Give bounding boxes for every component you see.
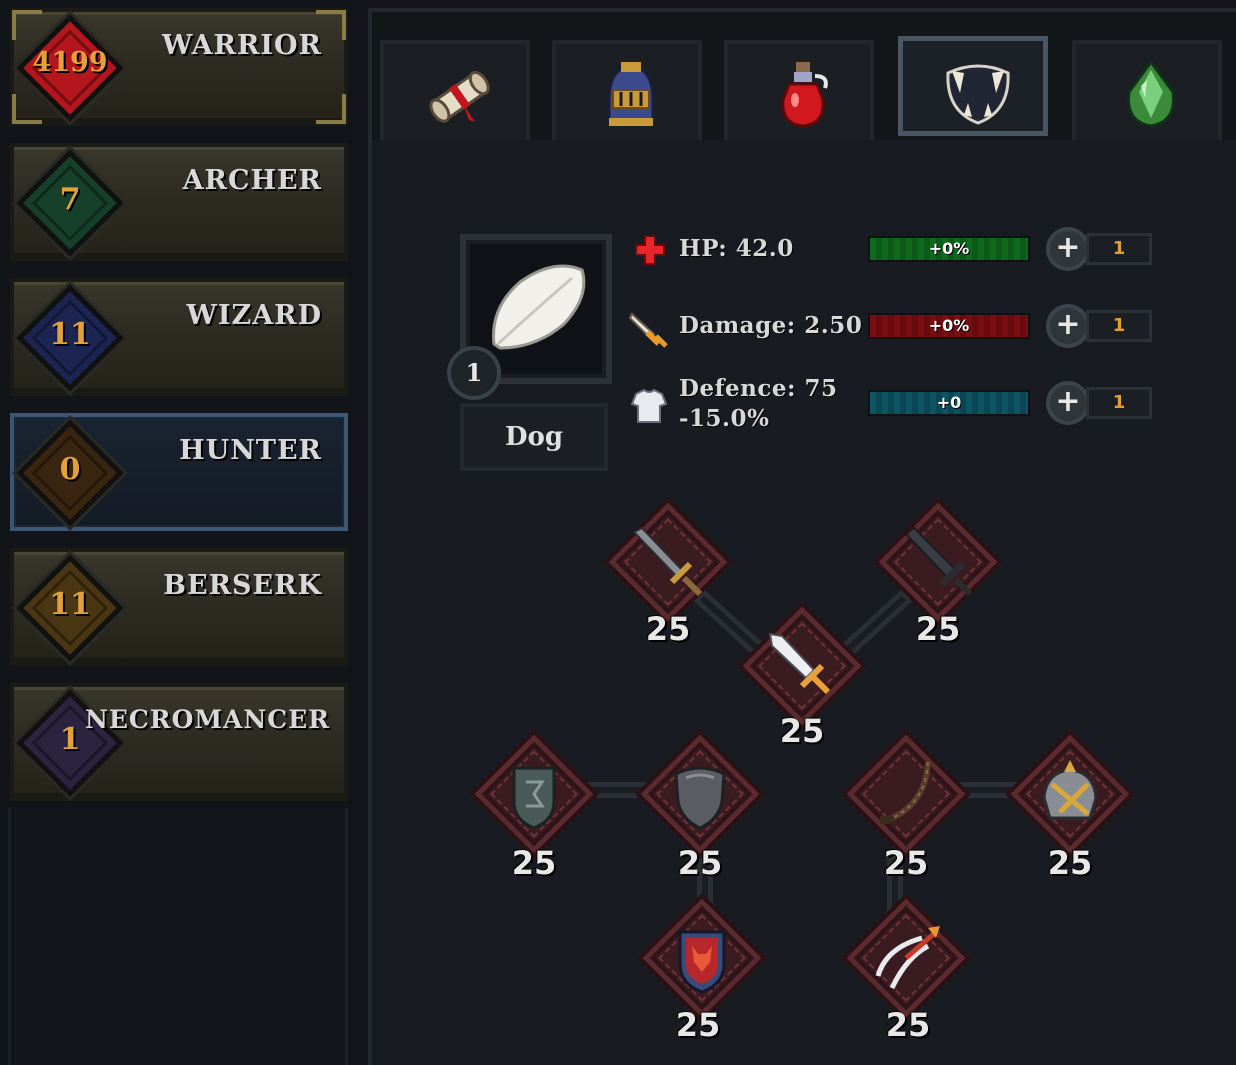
class-card-archer[interactable]: 7 ARCHER: [10, 143, 348, 261]
defence-reduction: -15.0%: [679, 405, 770, 432]
class-sidebar: 4199 WARRIOR 7 ARCHER 11 WIZARD 0 HUNTER…: [0, 0, 356, 1065]
defence-plus-button[interactable]: +: [1046, 381, 1090, 425]
damage-bonus-bar: +0%: [868, 313, 1030, 339]
selection-corner: [12, 94, 42, 124]
class-name: ARCHER: [182, 165, 322, 196]
broadsword-icon: [632, 526, 703, 597]
class-name: WIZARD: [186, 300, 322, 331]
class-name: BERSERK: [163, 570, 322, 601]
gold-helmet-icon: [1042, 760, 1098, 820]
defence-upgrade-cost: 1: [1086, 387, 1152, 419]
skill-level: 25: [883, 844, 929, 882]
main-panel: [368, 8, 1236, 1065]
skill-node-whip[interactable]: [846, 734, 966, 854]
fox-shield-icon: [678, 930, 726, 994]
damage-upgrade-cost: 1: [1086, 310, 1152, 342]
hp-upgrade-cost: 1: [1086, 233, 1152, 265]
sword-icon: [628, 312, 668, 348]
damage-upgrade: + 1: [1046, 304, 1152, 348]
tab-scroll[interactable]: [380, 40, 530, 140]
tab-fangs[interactable]: [898, 36, 1048, 136]
skill-level: 25: [511, 844, 557, 882]
defence-bonus-bar: +0: [868, 390, 1030, 416]
hp-plus-button[interactable]: +: [1046, 227, 1090, 271]
defence-label: Defence: 75: [679, 375, 838, 402]
selection-corner: [12, 10, 42, 40]
dagger-icon: [768, 632, 831, 695]
class-card-warrior[interactable]: 4199 WARRIOR: [10, 8, 348, 126]
skill-node-iron-shield[interactable]: [640, 734, 760, 854]
damage-plus-button[interactable]: +: [1046, 304, 1090, 348]
helmet-icon: [607, 62, 655, 126]
class-level: 11: [49, 317, 91, 352]
class-card-hunter[interactable]: 0 HUNTER: [10, 413, 348, 531]
iron-shield-icon: [674, 766, 726, 830]
feather-icon: [492, 264, 586, 350]
skill-node-fox-shield[interactable]: [642, 898, 762, 1018]
class-card-necromancer[interactable]: 1 NECROMANCER: [10, 683, 348, 801]
tab-helmet[interactable]: [552, 40, 702, 140]
selection-corner: [316, 94, 346, 124]
whip-icon: [880, 761, 931, 824]
skill-node-dark-sword[interactable]: [878, 502, 998, 622]
class-level: 11: [49, 587, 91, 622]
pet-level-badge: 1: [447, 346, 501, 400]
skill-node-rune-shield[interactable]: [474, 734, 594, 854]
class-level: 7: [59, 182, 81, 217]
dark-sword-icon: [904, 526, 973, 597]
skill-level: 25: [885, 1006, 931, 1044]
defence-upgrade: + 1: [1046, 381, 1152, 425]
tab-potion[interactable]: [724, 40, 874, 140]
class-card-berserk[interactable]: 11 BERSERK: [10, 548, 348, 666]
sidebar-empty-area: [8, 808, 348, 1065]
scroll-icon: [429, 70, 490, 123]
class-card-wizard[interactable]: 11 WIZARD: [10, 278, 348, 396]
skill-node-broadsword[interactable]: [608, 502, 728, 622]
skill-level: 25: [915, 610, 961, 648]
potion-icon: [781, 62, 828, 128]
red-cross-icon: [635, 235, 665, 265]
pet-name: Dog: [460, 403, 608, 471]
armor-icon: [630, 388, 668, 423]
rune-shield-icon: [512, 766, 556, 830]
class-name: HUNTER: [179, 435, 322, 466]
skill-node-crossbow[interactable]: [846, 898, 966, 1018]
class-level: 0: [59, 452, 81, 487]
green-gem-icon: [1126, 59, 1176, 128]
tab-gem[interactable]: [1072, 40, 1222, 140]
skill-node-gold-helmet[interactable]: [1010, 734, 1130, 854]
class-name: WARRIOR: [161, 30, 322, 61]
damage-label: Damage: 2.50: [679, 312, 863, 339]
hp-upgrade: + 1: [1046, 227, 1152, 271]
class-name: NECROMANCER: [84, 705, 330, 734]
crossbow-icon: [875, 926, 940, 990]
skill-node-dagger[interactable]: [742, 606, 862, 726]
skill-level: 25: [779, 712, 825, 750]
skill-level: 25: [675, 1006, 721, 1044]
fangs-icon: [946, 64, 1010, 125]
tab-bar: [372, 12, 1236, 140]
skill-level: 25: [1047, 844, 1093, 882]
skill-level: 25: [645, 610, 691, 648]
class-level: 4199: [32, 47, 108, 78]
skill-level: 25: [677, 844, 723, 882]
hp-label: HP: 42.0: [679, 235, 794, 262]
hp-bonus-bar: +0%: [868, 236, 1030, 262]
